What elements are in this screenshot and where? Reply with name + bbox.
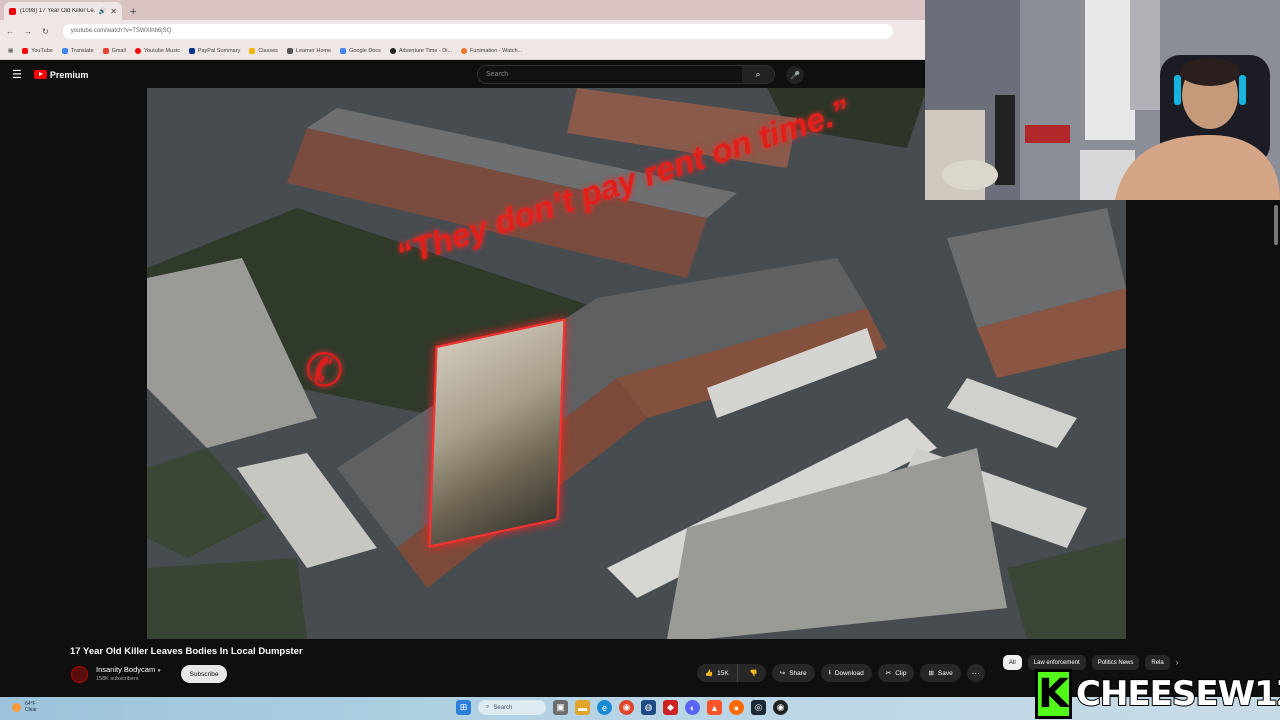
channel-avatar[interactable] [71, 666, 88, 683]
file-explorer-icon[interactable]: ▬ [575, 700, 590, 715]
back-icon[interactable]: ← [6, 27, 14, 36]
verified-icon: ● [157, 668, 161, 674]
tab-title: (1098) 17 Year Old Killer Le... [20, 8, 95, 14]
translate-icon [61, 47, 68, 54]
url-field[interactable]: youtube.com/watch?v=TSWXIhb6jSQ [62, 23, 893, 39]
reload-icon[interactable]: ↻ [42, 27, 49, 36]
bookmark-paypal[interactable]: PayPal Summary [188, 47, 240, 54]
scissors-icon: ✂ [885, 670, 892, 677]
url-text: youtube.com/watch?v=TSWXIhb6jSQ [70, 28, 172, 34]
streamer-banner: K CHEESEW1Z [1035, 668, 1280, 720]
browser-tab[interactable]: (1098) 17 Year Old Killer Le... 🔊 ✕ [4, 2, 122, 20]
streamer-name: CHEESEW1Z [1075, 673, 1280, 715]
speaker-icon: 🔊 [98, 8, 107, 15]
like-count: 15K [717, 669, 729, 677]
steam-icon[interactable]: ◍ [641, 700, 656, 715]
microphone-icon: 🎤 [790, 70, 800, 80]
share-button[interactable]: ↪ Share [771, 664, 815, 682]
thumbs-up-icon: 👍 [705, 670, 714, 677]
screen: (1098) 17 Year Old Killer Le... 🔊 ✕ + ← … [0, 0, 1280, 720]
more-actions-button[interactable]: ⋯ [966, 664, 985, 682]
forward-icon[interactable]: → [24, 27, 32, 36]
search-input[interactable]: Search [478, 71, 742, 78]
search-icon: ⌕ [755, 69, 761, 79]
chevron-right-icon[interactable]: › [1176, 658, 1179, 667]
app-icon-red[interactable]: ◆ [663, 700, 678, 715]
taskbar-icons: ⊞ ⌕ Search ▣ ▬ e ◉ ◍ ◆ ◐ ▲ ● ◎ ◉ [456, 700, 788, 715]
webcam-overlay [925, 0, 1280, 200]
bookmark-youtube-music[interactable]: Youtube Music [134, 47, 180, 54]
subscribe-button[interactable]: Subscribe [181, 665, 227, 683]
taskbar-search[interactable]: ⌕ Search [478, 700, 546, 715]
chip-all[interactable]: All [1003, 655, 1022, 670]
clip-button[interactable]: ✂ Clip [877, 664, 915, 682]
subscriber-count: 158K subscribers [96, 676, 139, 682]
discord-icon[interactable]: ◐ [685, 700, 700, 715]
obs-icon[interactable]: ◉ [773, 700, 788, 715]
apps-grid-icon[interactable]: ▦ [8, 48, 13, 54]
adventure-time-icon [389, 47, 396, 54]
search-icon: ⌕ [486, 704, 490, 710]
address-bar-row: ← → ↻ youtube.com/watch?v=TSWXIhb6jSQ [0, 20, 925, 42]
youtube-favicon-icon [9, 7, 16, 15]
page-scrollbar[interactable] [1273, 200, 1280, 690]
new-tab-button[interactable]: + [130, 6, 136, 18]
steam-client-icon[interactable]: ◎ [751, 700, 766, 715]
brand-label: Premium [49, 69, 89, 80]
brave-icon[interactable]: ▲ [707, 700, 722, 715]
voice-search-button[interactable]: 🎤 [786, 66, 804, 84]
windows-start-icon[interactable]: ⊞ [456, 700, 471, 715]
scrollbar-thumb[interactable] [1274, 205, 1278, 245]
bookmark-funimation[interactable]: Funimation - Watch... [461, 47, 522, 54]
youtube-premium-logo[interactable]: Premium [33, 69, 89, 80]
bookmark-translate[interactable]: Translate [61, 47, 94, 54]
bookmark-icon: ⊞ [928, 670, 934, 677]
close-tab-icon[interactable]: ✕ [110, 7, 117, 16]
youtube-header: ☰ Premium Search ⌕ 🎤 [0, 61, 925, 88]
browser-tab-bar: (1098) 17 Year Old Killer Le... 🔊 ✕ + [0, 0, 925, 20]
learner-home-icon [286, 47, 293, 54]
download-icon: ⭳ [828, 668, 831, 676]
webcam-scene [925, 0, 1280, 200]
thumbs-down-icon: 👎 [749, 670, 758, 677]
youtube-logo-icon [33, 70, 47, 79]
download-button[interactable]: ⭳ Download [820, 664, 872, 682]
like-button[interactable]: 👍 15K [697, 664, 738, 682]
video-title: 17 Year Old Killer Leaves Bodies In Loca… [70, 646, 303, 657]
youtube-music-icon [134, 47, 141, 54]
share-icon: ↪ [779, 670, 786, 677]
bookmark-learner-home[interactable]: Learner Home [286, 47, 331, 54]
channel-name[interactable]: Insanity Bodycam ● [96, 665, 161, 674]
orange-app-icon[interactable]: ● [729, 700, 744, 715]
weather-condition: Clear [25, 707, 37, 713]
phone-icon: ✆ [305, 344, 344, 396]
kick-logo-icon: K [1035, 669, 1072, 719]
paypal-icon [188, 47, 195, 54]
menu-icon[interactable]: ☰ [12, 68, 22, 81]
bookmark-adventure-time[interactable]: Adventure Time - Di... [389, 47, 452, 54]
task-view-icon[interactable]: ▣ [553, 700, 568, 715]
like-dislike-group: 👍 15K 👎 [697, 664, 766, 682]
save-button[interactable]: ⊞ Save [920, 664, 961, 682]
edge-icon[interactable]: e [597, 700, 612, 715]
bookmark-classes[interactable]: Classes [249, 47, 278, 54]
chrome-icon[interactable]: ◉ [619, 700, 634, 715]
bookmark-gmail[interactable]: Gmail [102, 47, 126, 54]
weather-icon [12, 702, 21, 712]
classes-icon [249, 47, 256, 54]
google-docs-icon [340, 47, 347, 54]
bookmarks-bar: ▦ YouTube Translate Gmail Youtube Music … [0, 42, 925, 60]
gmail-icon [102, 47, 109, 54]
more-icon: ⋯ [971, 668, 980, 678]
dislike-button[interactable]: 👎 [742, 669, 766, 677]
funimation-icon [461, 47, 468, 54]
search-box[interactable]: Search ⌕ [477, 65, 775, 84]
video-inset-frame [428, 318, 566, 548]
search-button[interactable]: ⌕ [742, 66, 774, 83]
youtube-icon [22, 47, 29, 54]
weather-widget[interactable]: 64°F Clear [12, 701, 37, 713]
video-actions: 👍 15K 👎 ↪ Share ⭳ Download ✂ Clip ⊞ Save ⋯ [697, 664, 985, 682]
bookmark-google-docs[interactable]: Google Docs [340, 47, 381, 54]
bookmark-youtube[interactable]: YouTube [22, 47, 53, 54]
